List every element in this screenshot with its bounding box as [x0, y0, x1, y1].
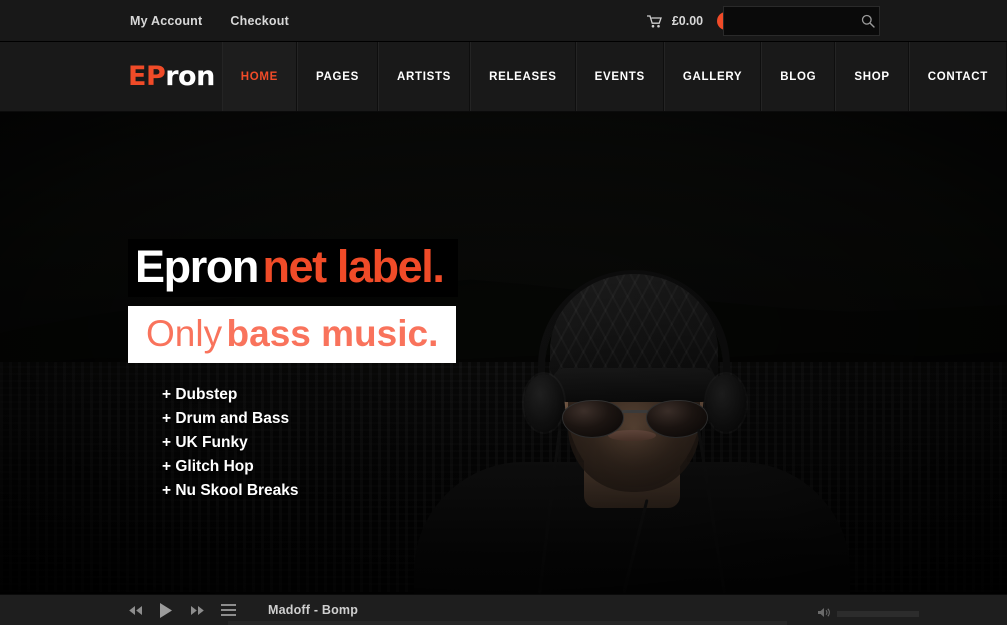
- nav-item-contact[interactable]: CONTACT: [908, 42, 1007, 111]
- player-controls: [128, 602, 236, 619]
- site-logo[interactable]: EPron: [0, 42, 222, 111]
- nav-item-pages[interactable]: PAGES: [297, 42, 378, 111]
- forward-icon[interactable]: [190, 605, 205, 616]
- main-navigation: HOME PAGES ARTISTS RELEASES EVENTS GALLE…: [221, 42, 1007, 111]
- list-item: Drum and Bass: [162, 407, 458, 431]
- hero-subline: Only bass music.: [128, 306, 457, 363]
- logo-plain-part: ron: [165, 61, 215, 92]
- checkout-link[interactable]: Checkout: [230, 14, 289, 28]
- cart-total: £0.00: [671, 14, 704, 28]
- search-icon[interactable]: [857, 14, 879, 28]
- list-item: Glitch Hop: [162, 455, 458, 479]
- nav-item-home[interactable]: HOME: [221, 42, 298, 111]
- my-account-link[interactable]: My Account: [130, 14, 202, 28]
- audio-player-bar: Madoff - Bomp: [0, 594, 1007, 625]
- nav-item-blog[interactable]: BLOG: [761, 42, 836, 111]
- site-header: EPron HOME PAGES ARTISTS RELEASES EVENTS…: [0, 42, 1007, 112]
- hero-headline-white: Epron: [135, 241, 259, 292]
- nav-item-shop[interactable]: SHOP: [835, 42, 909, 111]
- player-track-title: Madoff - Bomp: [268, 603, 359, 617]
- player-volume-control[interactable]: [818, 605, 919, 623]
- playlist-icon[interactable]: [221, 604, 236, 616]
- cart-icon[interactable]: [646, 14, 662, 28]
- top-utility-bar: My Account Checkout £0.00 0 items Checko…: [0, 0, 1007, 42]
- nav-item-releases[interactable]: RELEASES: [470, 42, 576, 111]
- hero-slider: EPROM Epron net label. Only bass music. …: [0, 112, 1007, 594]
- hero-copy: Epron net label. Only bass music. Dubste…: [128, 239, 458, 503]
- list-item: Dubstep: [162, 383, 458, 407]
- speaker-icon[interactable]: [818, 605, 831, 623]
- list-item: UK Funky: [162, 431, 458, 455]
- hero-headline: Epron net label.: [128, 239, 458, 297]
- hero-subline-light: Only: [146, 313, 223, 354]
- nav-item-artists[interactable]: ARTISTS: [377, 42, 471, 111]
- player-progress-bar[interactable]: [228, 621, 787, 625]
- hero-headline-accent: net label.: [262, 241, 444, 292]
- nav-item-gallery[interactable]: GALLERY: [663, 42, 762, 111]
- logo-accent-part: EP: [128, 61, 166, 92]
- search-box[interactable]: [723, 6, 880, 36]
- hero-subline-bold: bass music.: [226, 313, 439, 354]
- logo-text: EPron: [128, 61, 215, 92]
- rewind-icon[interactable]: [128, 605, 143, 616]
- list-item: Nu Skool Breaks: [162, 479, 458, 503]
- hero-feature-list: Dubstep Drum and Bass UK Funky Glitch Ho…: [162, 383, 458, 503]
- play-icon[interactable]: [159, 602, 174, 619]
- search-input[interactable]: [732, 7, 857, 35]
- volume-slider[interactable]: [837, 611, 919, 617]
- top-utility-links: My Account Checkout: [130, 0, 289, 42]
- nav-item-events[interactable]: EVENTS: [575, 42, 664, 111]
